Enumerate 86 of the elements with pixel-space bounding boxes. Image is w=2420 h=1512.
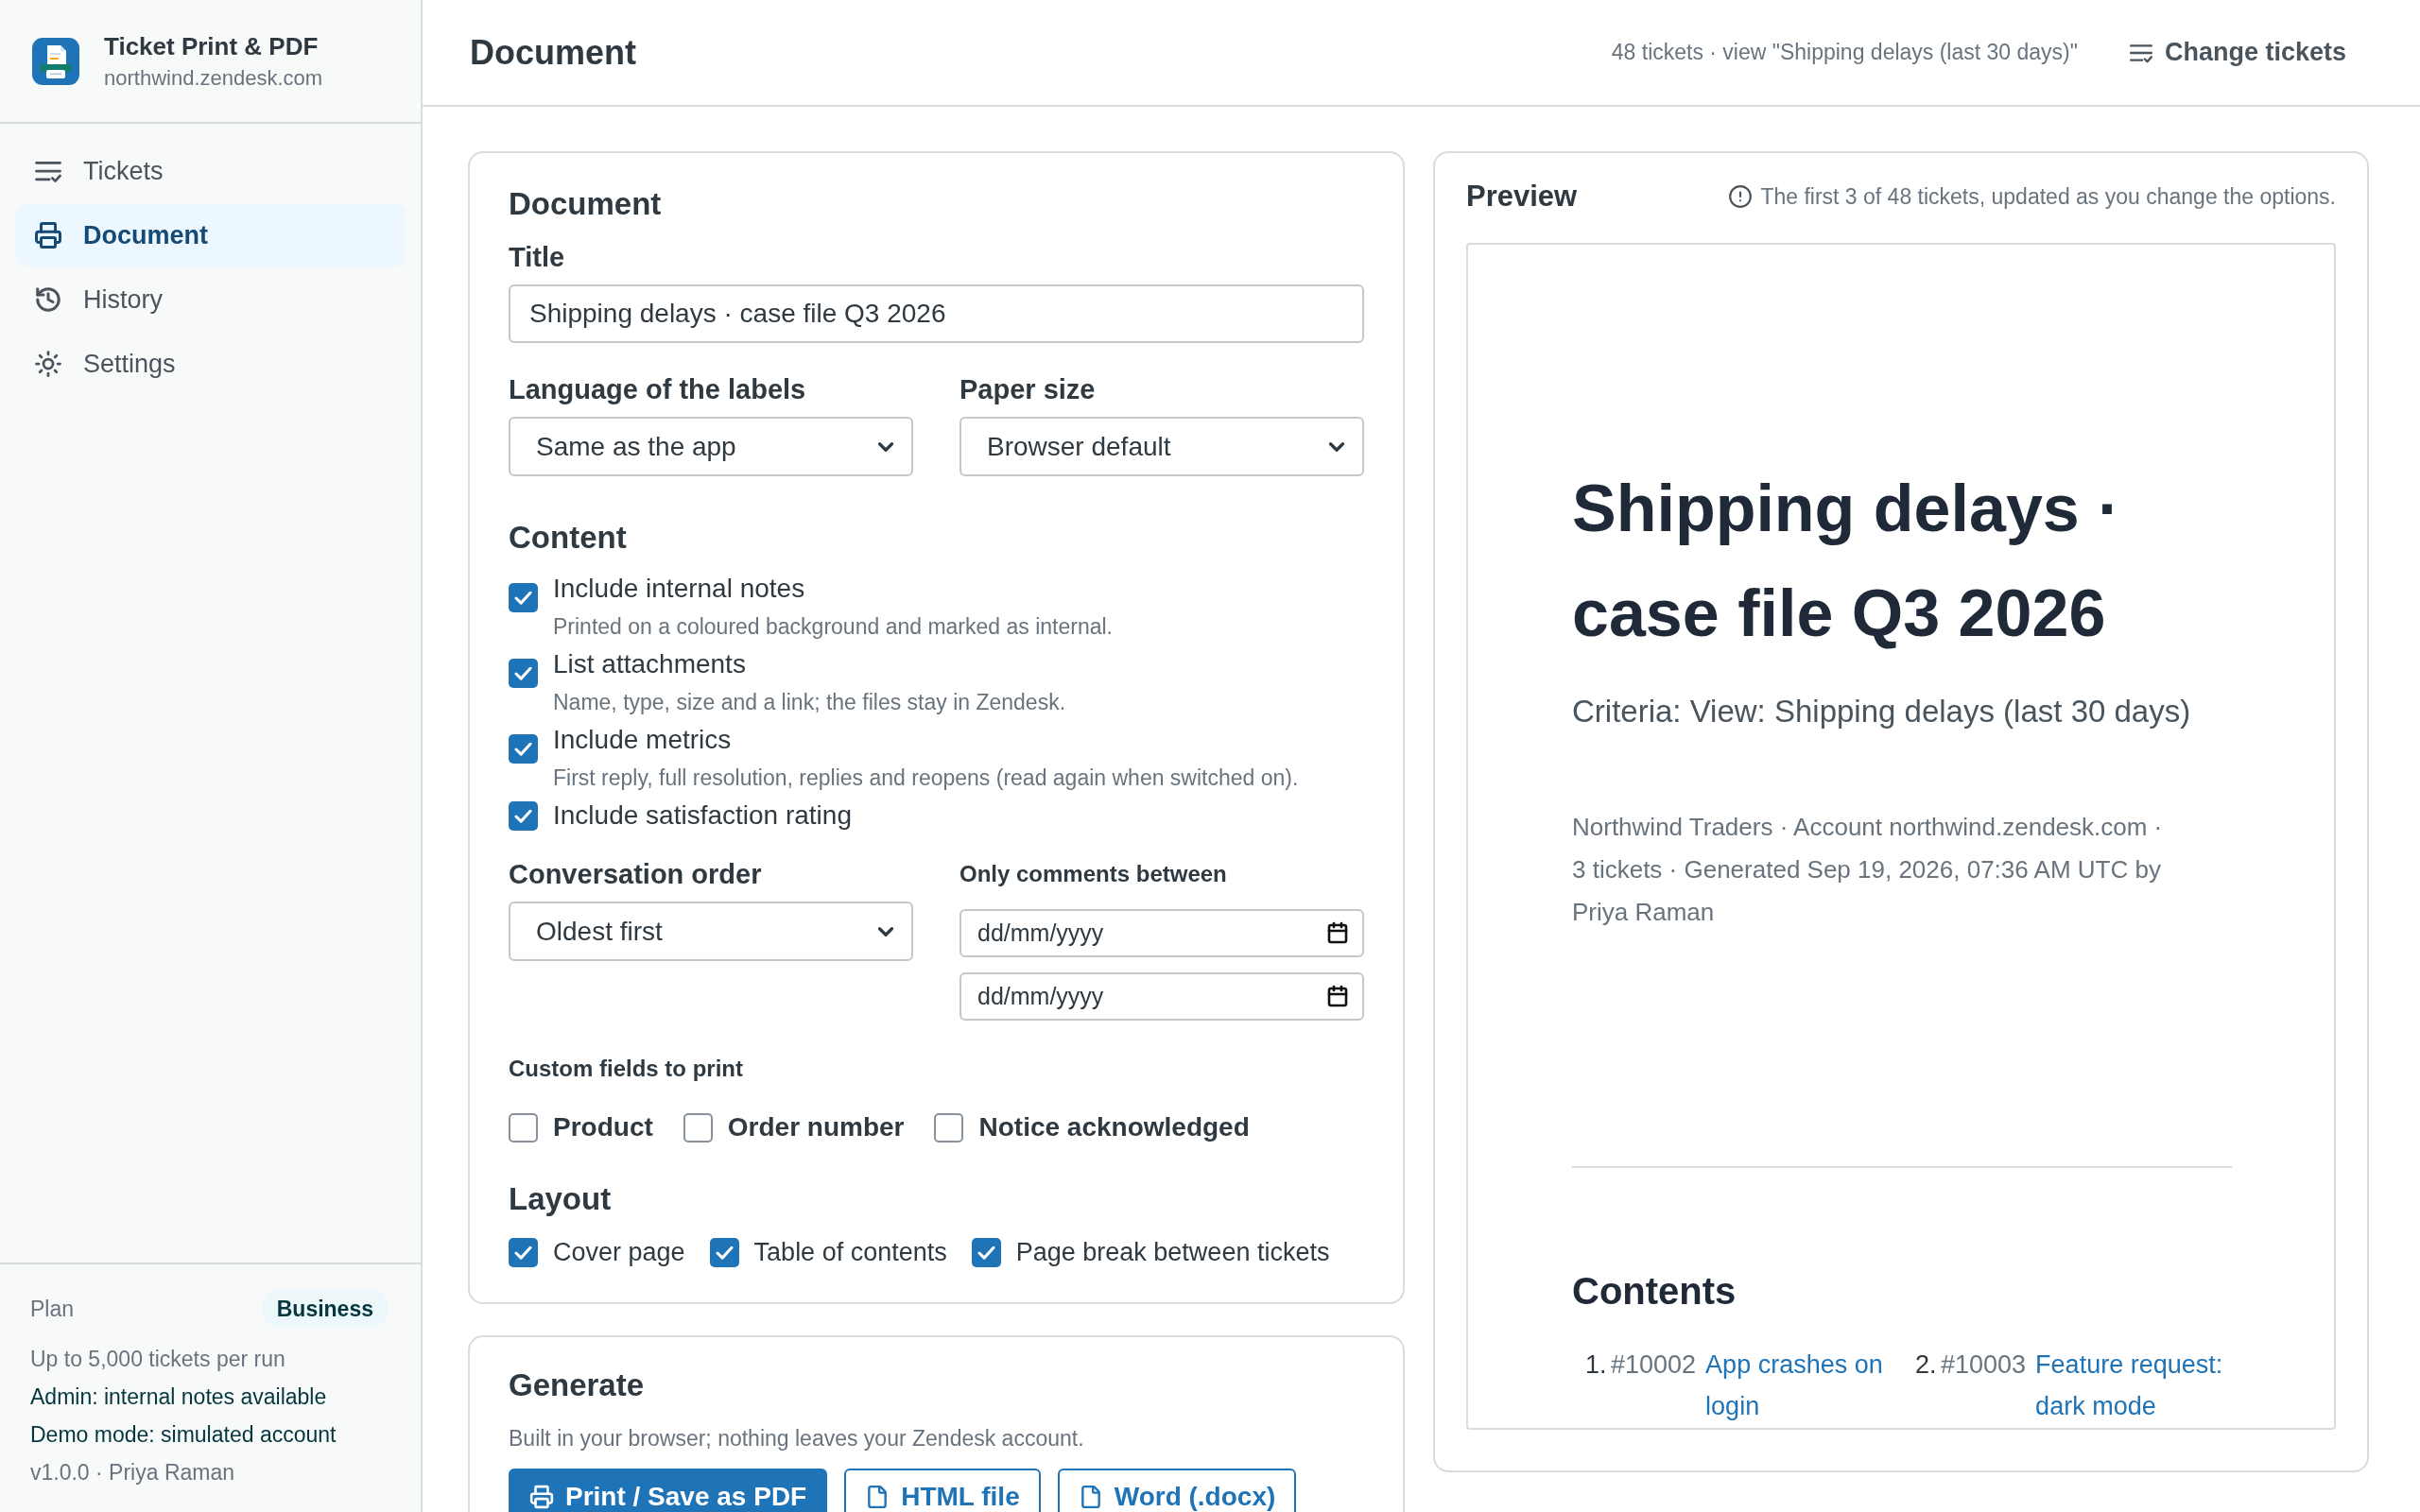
ticket-link[interactable]: App crashes on login xyxy=(1705,1344,1898,1427)
date-field[interactable]: dd/mm/yyyy xyxy=(959,972,1364,1021)
document-printer-icon xyxy=(32,37,79,85)
checkmark-icon xyxy=(715,1245,734,1260)
option-label: Cover page xyxy=(553,1236,685,1268)
cover-title: Shipping delays · case file Q3 2026 xyxy=(1572,471,2121,652)
history-icon xyxy=(34,285,62,314)
ticket-number: #10002 xyxy=(1611,1349,1697,1381)
app-name: Ticket Print & PDF xyxy=(104,30,319,62)
list-number: 2. xyxy=(1915,1349,1938,1381)
checkbox[interactable] xyxy=(971,1237,1001,1267)
printer-icon xyxy=(34,221,62,249)
option-label: Product xyxy=(553,1111,653,1143)
checkbox[interactable] xyxy=(509,1237,538,1267)
checkbox[interactable] xyxy=(509,659,538,688)
option-label: List attachments xyxy=(553,648,746,680)
nav-item[interactable]: Tickets xyxy=(15,140,406,202)
printer-icon xyxy=(529,1485,554,1509)
option-description: First reply, full resolution, replies and reopens (read again when switched on). xyxy=(553,765,1299,792)
checkbox[interactable] xyxy=(683,1112,713,1143)
ticket-link[interactable]: Feature request: dark mode xyxy=(2035,1344,2228,1427)
export-button[interactable]: Word (.docx) xyxy=(1057,1469,1297,1512)
paper-size-select[interactable]: Browser default xyxy=(959,417,1364,476)
option-label: Include metrics xyxy=(553,724,732,756)
field-label: Custom fields to print xyxy=(509,1055,743,1083)
cover-meta: Northwind Traders · Account northwind.zendesk.com · 3 tickets · Generated Sep 19, 2026, 07:36 AM UTC by Priya Raman xyxy=(1572,812,2164,928)
sun-icon xyxy=(34,350,62,378)
checkmark-icon xyxy=(514,742,532,756)
checkbox[interactable] xyxy=(509,583,538,612)
checkbox[interactable] xyxy=(709,1237,739,1267)
option-label: Table of contents xyxy=(753,1236,947,1268)
section-heading: Document xyxy=(509,185,662,223)
conversation-order-select[interactable]: Oldest first xyxy=(509,902,913,961)
checkmark-icon xyxy=(977,1245,995,1260)
checkmark-icon xyxy=(514,591,532,605)
export-button[interactable]: HTML file xyxy=(844,1469,1041,1512)
section-heading: Layout xyxy=(509,1180,612,1218)
option-label: Notice acknowledged xyxy=(978,1111,1250,1143)
checkmark-icon xyxy=(514,666,532,680)
change-tickets-button[interactable]: Change tickets xyxy=(2115,26,2360,79)
option-description: Name, type, size and a link; the files stay in Zendesk. xyxy=(553,689,1066,716)
contents-heading: Contents xyxy=(1572,1269,1737,1314)
checkbox[interactable] xyxy=(509,1112,538,1143)
section-heading: Content xyxy=(509,519,627,557)
checkmark-icon xyxy=(514,1245,532,1260)
calendar-icon xyxy=(1326,921,1349,944)
field-label: Conversation order xyxy=(509,858,762,891)
nav-item[interactable]: Document xyxy=(15,204,406,266)
option-description: Printed on a coloured background and marked as internal. xyxy=(553,613,1113,641)
field-label: Only comments between xyxy=(959,860,1227,888)
field-label: Title xyxy=(509,241,565,274)
plan-info-line: Admin: internal notes available xyxy=(30,1383,327,1411)
plan-info-line: Up to 5,000 tickets per run xyxy=(30,1346,285,1373)
checkbox[interactable] xyxy=(509,734,538,764)
list-check-icon xyxy=(2128,42,2153,63)
date-field[interactable]: dd/mm/yyyy xyxy=(959,909,1364,957)
ticket-number: #10003 xyxy=(1941,1349,2027,1381)
language-select[interactable]: Same as the app xyxy=(509,417,913,476)
checkbox[interactable] xyxy=(509,800,538,831)
option-label: Page break between tickets xyxy=(1015,1236,1330,1268)
list-number: 1. xyxy=(1585,1349,1608,1381)
nav-item[interactable]: History xyxy=(15,268,406,331)
export-button[interactable]: Print / Save as PDF xyxy=(509,1469,828,1512)
preview-note: The first 3 of 48 tickets, updated as you change the options. xyxy=(1760,182,2336,211)
option-label: Include internal notes xyxy=(553,573,805,605)
selection-summary: 48 tickets · view "Shipping delays (last 30 days)" xyxy=(1611,39,2078,67)
generate-description: Built in your browser; nothing leaves your Zendesk account. xyxy=(509,1425,1084,1452)
plan-tag: Business xyxy=(261,1288,389,1329)
option-label: Order number xyxy=(727,1111,905,1143)
preview-heading: Preview xyxy=(1466,178,1578,215)
calendar-icon xyxy=(1326,985,1349,1007)
cover-criteria: Criteria: View: Shipping delays (last 30 days) xyxy=(1572,693,2191,730)
nav-item[interactable]: Settings xyxy=(15,333,406,395)
field-label: Language of the labels xyxy=(509,373,806,406)
section-heading: Generate xyxy=(509,1366,645,1404)
plan-info-line: v1.0.0 · Priya Raman xyxy=(30,1459,235,1486)
plan-label: Plan xyxy=(30,1295,75,1323)
title-field[interactable]: Shipping delays · case file Q3 2026 xyxy=(509,284,1364,343)
page-title: Document xyxy=(470,31,636,74)
option-label: Include satisfaction rating xyxy=(553,799,852,832)
field-label: Paper size xyxy=(959,373,1096,406)
account-domain: northwind.zendesk.com xyxy=(104,64,323,92)
exclamation-circle-icon xyxy=(1728,184,1754,209)
checkbox[interactable] xyxy=(934,1112,964,1143)
checkmark-icon xyxy=(514,808,532,823)
plan-info-line: Demo mode: simulated account xyxy=(30,1421,337,1449)
